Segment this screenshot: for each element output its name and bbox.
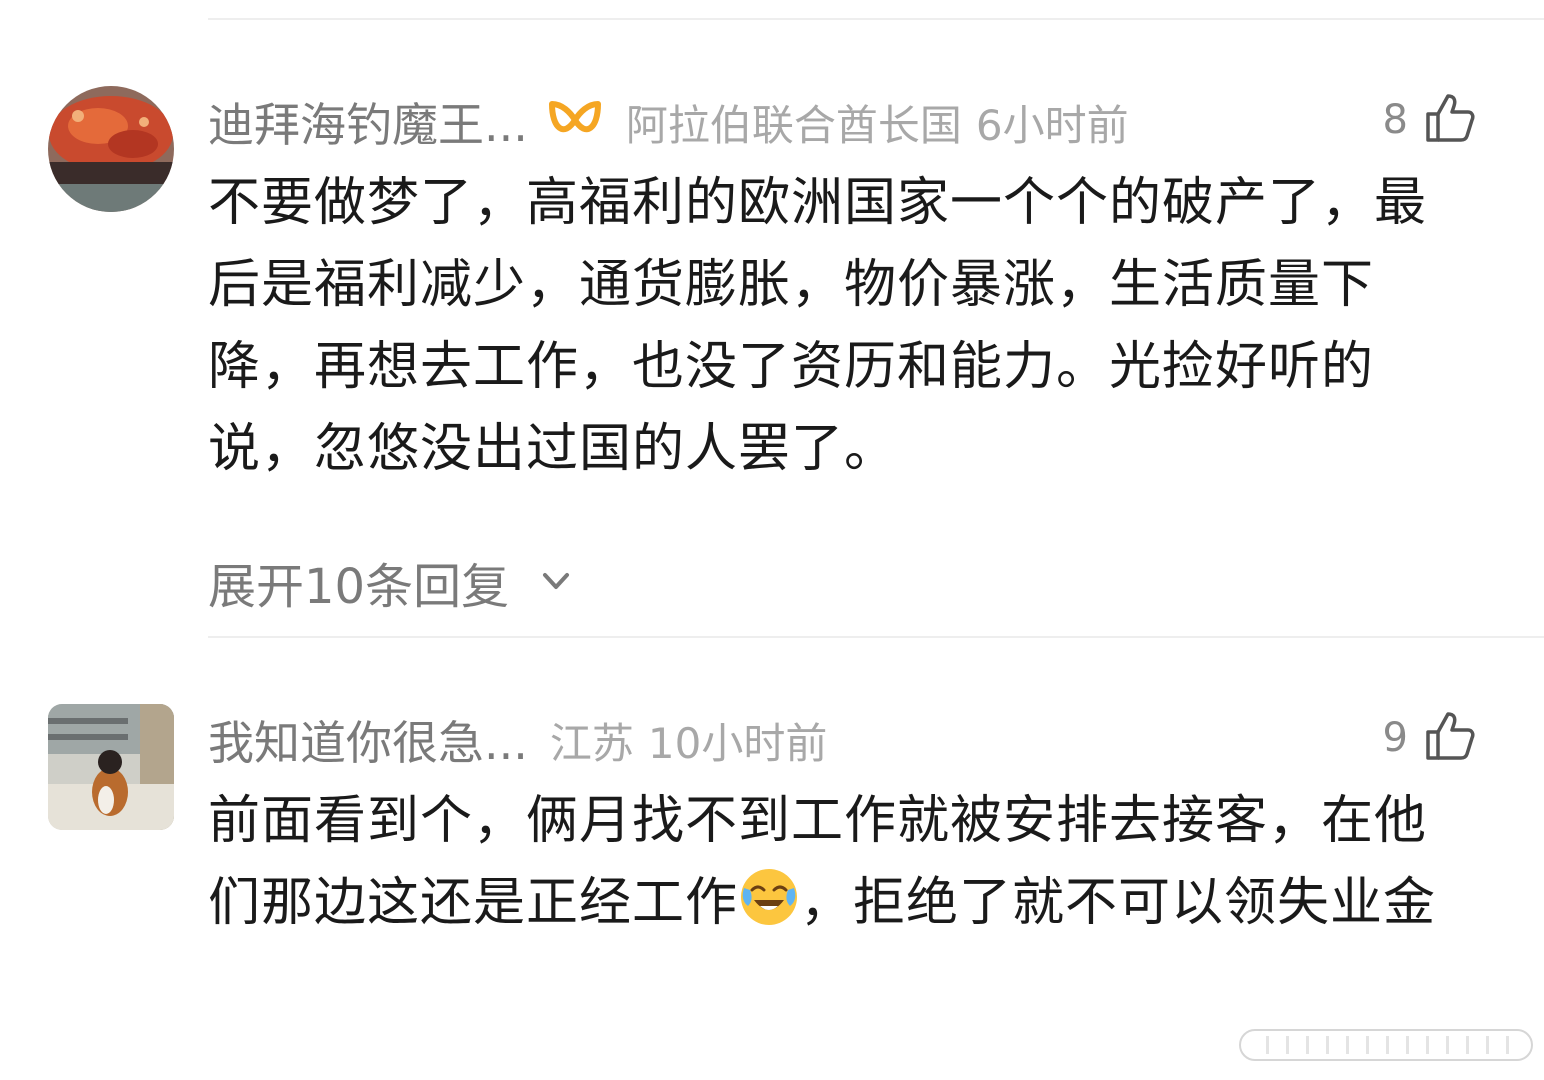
thumbs-up-icon xyxy=(1424,710,1476,766)
top-divider xyxy=(208,18,1544,20)
comment-text: 不要做梦了，高福利的欧洲国家一个个的破产了，最后是福利减少，通货膨胀，物价暴涨，… xyxy=(208,173,1428,479)
comment-text-part: ，拒绝了就不可以领失业金 xyxy=(800,873,1437,933)
username[interactable]: 迪拜海钓魔王... xyxy=(208,89,528,155)
comment-meta: 迪拜海钓魔王... 阿拉伯联合酋长国 6小时前 xyxy=(208,92,1129,152)
vip-badge-icon xyxy=(528,98,604,146)
chevron-down-icon xyxy=(509,554,573,610)
timestamp: 6小时前 xyxy=(975,100,1129,150)
comment-text: 前面看到个，俩月找不到工作就被安排去接客，在他们那边这还是正经工作 ，拒绝了就不… xyxy=(208,780,1448,944)
timestamp: 10小时前 xyxy=(647,718,828,768)
username[interactable]: 我知道你很急... xyxy=(208,707,528,773)
comment-list: 迪拜海钓魔王... 阿拉伯联合酋长国 6小时前 8 不要做梦了，高福利的欧洲国家… xyxy=(0,0,1544,1080)
avatar[interactable] xyxy=(48,86,174,212)
like-button[interactable]: 8 xyxy=(1383,90,1476,150)
like-count: 9 xyxy=(1382,715,1408,761)
expand-replies-label: 展开10条回复 xyxy=(208,559,510,615)
expand-replies-button[interactable]: 展开10条回复 xyxy=(208,552,573,615)
location: 阿拉伯联合酋长国 xyxy=(625,100,962,150)
like-button[interactable]: 9 xyxy=(1383,708,1476,768)
avatar[interactable] xyxy=(48,704,174,830)
thumbs-up-icon xyxy=(1424,92,1476,148)
like-count: 8 xyxy=(1382,97,1408,143)
location: 江苏 xyxy=(549,718,634,768)
comment-meta: 我知道你很急... 江苏 10小时前 xyxy=(208,710,827,770)
comment-divider xyxy=(208,636,1544,638)
crying-laughing-emoji-icon xyxy=(738,869,800,933)
